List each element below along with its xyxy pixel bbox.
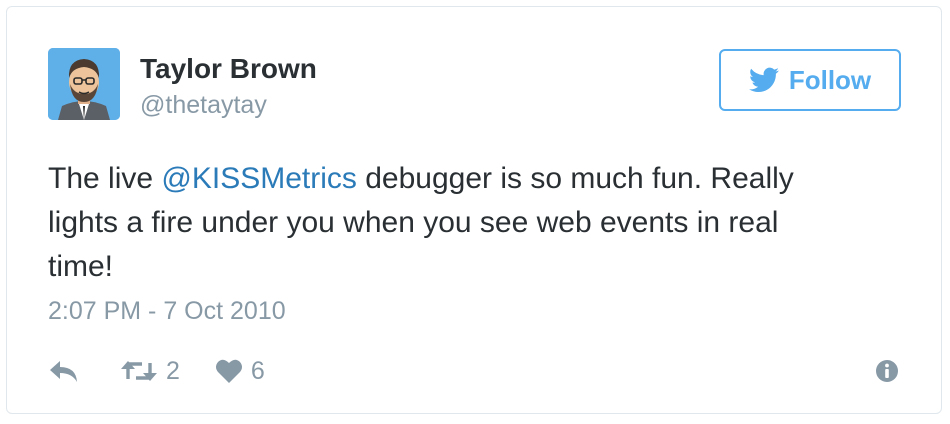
heart-icon [215, 359, 242, 383]
mention-link[interactable]: @KISSMetrics [161, 162, 356, 195]
tweet-actions: 2 6 [48, 355, 265, 387]
like-count: 6 [250, 356, 265, 385]
tweet-line-1: The live @KISSMetrics debugger is so muc… [48, 157, 908, 201]
avatar[interactable] [48, 48, 120, 120]
twitter-bird-icon [748, 67, 779, 92]
follow-label: Follow [788, 64, 872, 95]
tweet-card: Taylor Brown @thetaytay Follow The live … [6, 6, 942, 414]
retweet-count: 2 [166, 356, 180, 385]
display-name[interactable]: Taylor Brown [140, 53, 317, 85]
tweet-text-segment: The live [48, 162, 162, 195]
info-icon [876, 360, 898, 382]
reply-button[interactable] [48, 358, 80, 384]
info-button[interactable] [875, 359, 899, 388]
tweet-text: The live @KISSMetrics debugger is so muc… [48, 157, 908, 289]
retweet-icon [121, 361, 157, 381]
tweet-line-3: time! [48, 250, 114, 283]
tweet-timestamp[interactable]: 2:07 PM - 7 Oct 2010 [48, 297, 286, 326]
reply-icon [50, 361, 77, 382]
retweet-button[interactable]: 2 [120, 357, 180, 386]
tweet-text-segment: debugger is so much fun. Really [356, 162, 794, 195]
tweet-line-2: lights a fire under you when you see web… [48, 206, 779, 239]
follow-button[interactable]: Follow [719, 49, 901, 111]
user-handle[interactable]: @thetaytay [140, 91, 267, 120]
like-button[interactable]: 6 [215, 357, 265, 386]
cartoon-avatar-icon [48, 48, 120, 120]
